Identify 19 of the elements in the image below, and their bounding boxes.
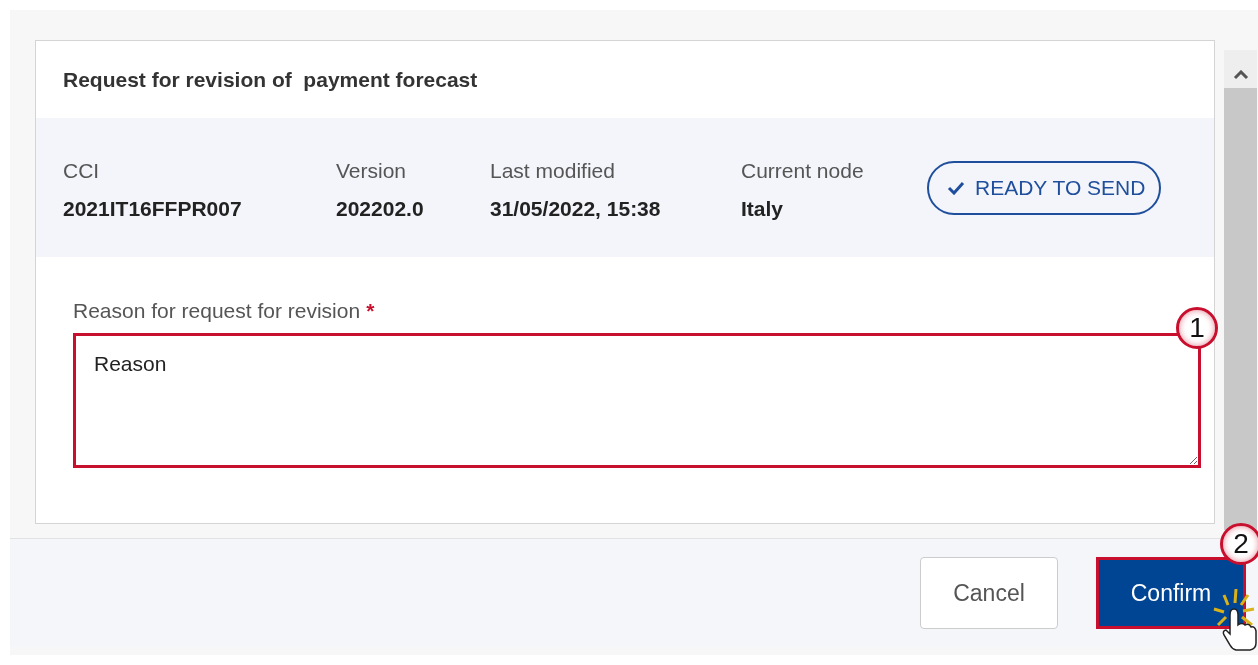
field-label: Reason for request for revision: [73, 299, 361, 323]
meta-label: Last modified: [490, 158, 616, 183]
meta-value: 202202.0: [336, 196, 425, 221]
required-mark: *: [366, 299, 375, 323]
scrollbar[interactable]: [1224, 50, 1257, 530]
confirm-button[interactable]: Confirm: [1096, 557, 1246, 629]
meta-label: CCI: [63, 158, 101, 183]
scroll-up-icon[interactable]: [1232, 70, 1249, 80]
callout-marker: 1: [1176, 307, 1218, 349]
dialog-title: Request for revision of payment forecast: [63, 67, 478, 92]
cancel-button[interactable]: Cancel: [920, 557, 1058, 629]
meta-value: 31/05/2022, 15:38: [490, 196, 662, 221]
meta-label: Current node: [741, 158, 865, 183]
callout-marker: 2: [1220, 523, 1258, 565]
meta-value: Italy: [741, 196, 785, 221]
meta-value: 2021IT16FFPR007: [63, 196, 243, 221]
check-icon: [947, 180, 965, 195]
meta-label: Version: [336, 158, 408, 183]
status-text: READY TO SEND: [975, 175, 1146, 200]
